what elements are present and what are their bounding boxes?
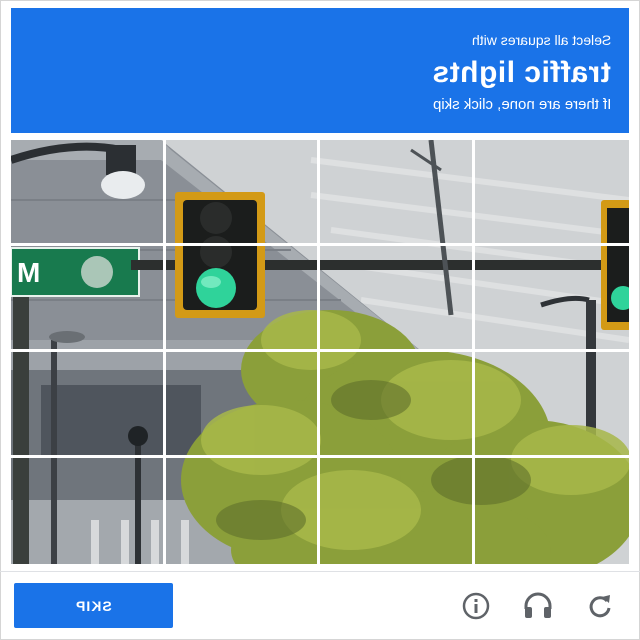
tile-4[interactable]	[474, 140, 629, 246]
tile-1[interactable]	[11, 140, 166, 246]
reload-button[interactable]	[580, 586, 620, 626]
tile-9[interactable]	[11, 352, 166, 458]
tile-7[interactable]	[320, 246, 475, 352]
info-icon	[462, 592, 490, 620]
tile-3[interactable]	[320, 140, 475, 246]
tile-15[interactable]	[320, 458, 475, 564]
tile-12[interactable]	[474, 352, 629, 458]
tile-grid	[11, 140, 629, 564]
footer-icon-bar	[456, 586, 620, 626]
tile-2[interactable]	[165, 140, 320, 246]
tile-6[interactable]	[165, 246, 320, 352]
tile-10[interactable]	[165, 352, 320, 458]
skip-button[interactable]: SKIP	[14, 583, 173, 628]
tile-5[interactable]	[11, 246, 166, 352]
info-button[interactable]	[456, 586, 496, 626]
tile-13[interactable]	[11, 458, 166, 564]
audio-icon	[524, 592, 552, 618]
target-object-text: traffic lights	[432, 56, 611, 89]
skip-button-label: SKIP	[75, 597, 112, 614]
image-grid: M	[11, 140, 629, 564]
hint-text: If there are none, click skip	[432, 96, 611, 113]
tile-14[interactable]	[166, 458, 320, 564]
reload-icon	[589, 595, 611, 618]
tile-16[interactable]	[475, 458, 630, 564]
instruction-text: Select all squares with	[471, 32, 611, 48]
tile-8[interactable]	[474, 246, 629, 352]
footer-divider	[0, 571, 640, 572]
audio-challenge-button[interactable]	[518, 586, 558, 626]
tile-11[interactable]	[320, 352, 475, 458]
challenge-header: Select all squares with traffic lights I…	[11, 8, 629, 133]
